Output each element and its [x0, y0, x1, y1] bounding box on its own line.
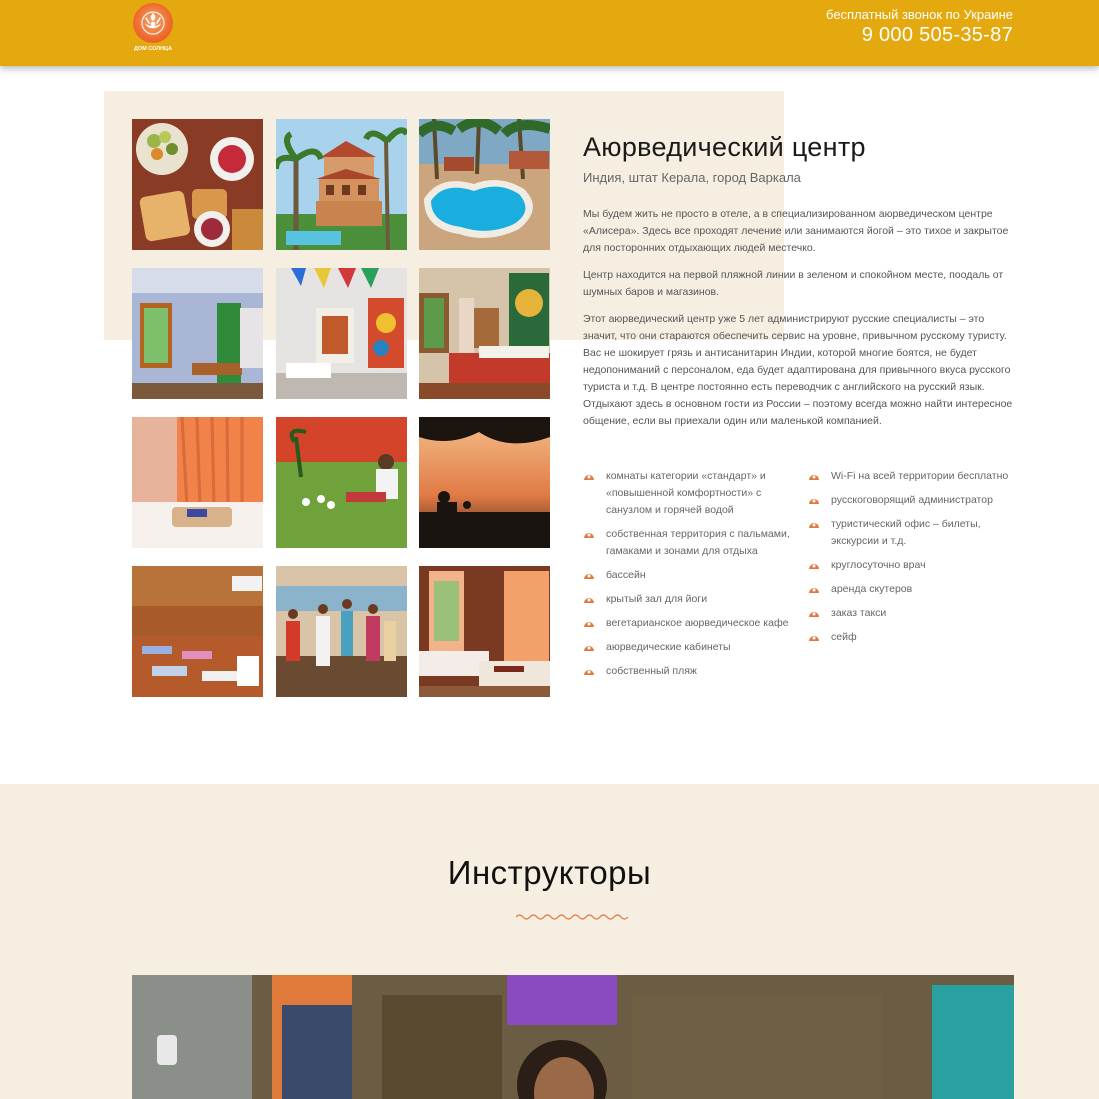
sun-bullet-icon: [584, 670, 594, 675]
features-list: комнаты категории «стандарт» и «повышенн…: [583, 468, 1023, 718]
photo-breakfast[interactable]: [132, 119, 263, 250]
sun-bullet-icon: [584, 622, 594, 627]
feature-item: заказ такси: [808, 605, 1018, 622]
feature-item: русскоговорящий администратор: [808, 492, 1018, 509]
instructors-title: Инструкторы: [447, 854, 652, 891]
feature-item: бассейн: [583, 567, 793, 584]
sun-bullet-icon: [809, 636, 819, 641]
photo-sunset-sea[interactable]: [419, 417, 550, 548]
photo-group-beach[interactable]: [276, 566, 407, 697]
sun-bullet-icon: [809, 475, 819, 480]
photo-room-curtains[interactable]: [132, 417, 263, 548]
sun-bullet-icon: [809, 499, 819, 504]
header-bar: ДОМ СОЛНЦА бесплатный звонок по Украине …: [0, 0, 1099, 66]
feature-item: собственная территория с пальмами, гамак…: [583, 526, 793, 560]
sun-bullet-icon: [584, 598, 594, 603]
photo-room-bed[interactable]: [419, 268, 550, 399]
photo-gallery: [132, 119, 550, 697]
photo-yoga-hall[interactable]: [132, 566, 263, 697]
feature-item: собственный пляж: [583, 663, 793, 680]
center-location: Индия, штат Керала, город Варкала: [583, 170, 801, 185]
photo-garden-lawn[interactable]: [276, 417, 407, 548]
sun-bullet-icon: [584, 646, 594, 651]
sun-bullet-icon: [584, 533, 594, 538]
sun-bullet-icon: [584, 475, 594, 480]
feature-item: аренда скутеров: [808, 581, 1018, 598]
photo-room-twin[interactable]: [419, 566, 550, 697]
photo-room-blue[interactable]: [132, 268, 263, 399]
sun-bullet-icon: [809, 564, 819, 569]
paragraph-location: Центр находится на первой пляжной линии …: [583, 269, 1004, 298]
feature-item: крытый зал для йоги: [583, 591, 793, 608]
photo-pool[interactable]: [419, 119, 550, 250]
phone-number[interactable]: 9 000 505-35-87: [862, 24, 1013, 47]
features-left-column: комнаты категории «стандарт» и «повышенн…: [583, 468, 793, 687]
logo[interactable]: ДОМ СОЛНЦА: [130, 3, 176, 59]
feature-item: Wi-Fi на всей территории бесплатно: [808, 468, 1018, 485]
feature-item: круглосуточно врач: [808, 557, 1018, 574]
photo-tower-building[interactable]: [276, 119, 407, 250]
logo-text: ДОМ СОЛНЦА: [133, 46, 173, 52]
feature-item: аюрведические кабинеты: [583, 639, 793, 656]
sun-bullet-icon: [809, 523, 819, 528]
wave-divider-icon: [516, 914, 628, 920]
feature-item: комнаты категории «стандарт» и «повышенн…: [583, 468, 793, 519]
hotline-label: бесплатный звонок по Украине: [826, 7, 1013, 22]
features-right-column: Wi-Fi на всей территории бесплатно русск…: [808, 468, 1018, 653]
sun-bullet-icon: [809, 588, 819, 593]
paragraph-administration: Этот аюрведический центр уже 5 лет админ…: [583, 313, 1013, 427]
paragraph-intro: Мы будем жить не просто в отеле, а в спе…: [583, 208, 1009, 254]
photo-room-window[interactable]: [276, 268, 407, 399]
center-description: Аюрведический центр Индия, штат Керала, …: [583, 128, 1015, 430]
feature-item: сейф: [808, 629, 1018, 646]
instructor-photo[interactable]: [132, 975, 1014, 1099]
center-title: Аюрведический центр: [583, 132, 866, 162]
sun-logo-icon: [133, 3, 173, 43]
sun-bullet-icon: [584, 574, 594, 579]
feature-item: вегетарианское аюрведическое кафе: [583, 615, 793, 632]
feature-item: туристический офис – билеты, экскурсии и…: [808, 516, 1018, 550]
sun-bullet-icon: [809, 612, 819, 617]
instructors-section: Инструкторы: [0, 784, 1099, 1099]
